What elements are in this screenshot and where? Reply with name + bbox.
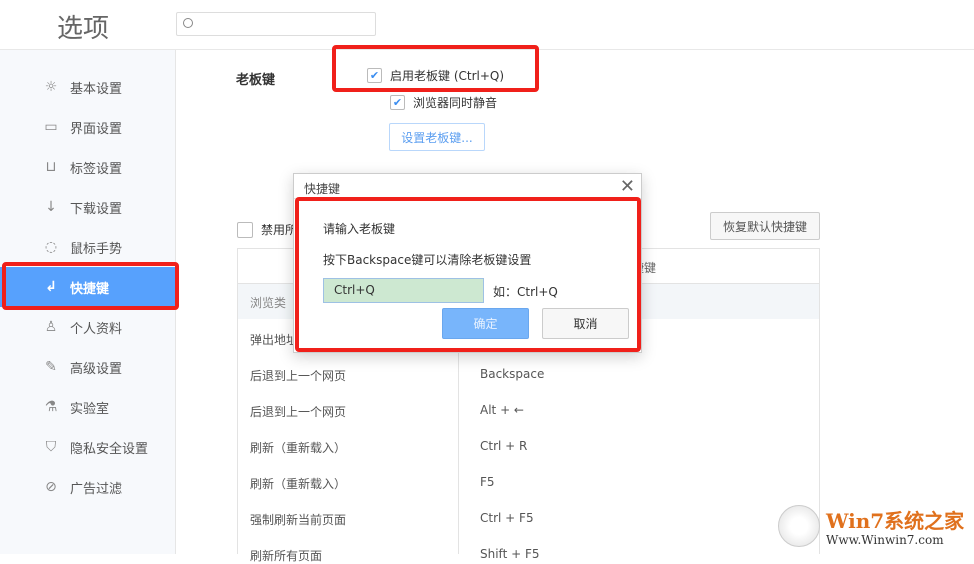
table-row-action: 强制刷新当前页面 [250, 513, 347, 527]
sidebar-item-label: 界面设置 [70, 121, 123, 137]
boss-key-label: 老板键 [236, 73, 276, 88]
highlight-box [2, 262, 179, 310]
table-row-shortcut[interactable]: Ctrl + R [480, 439, 527, 453]
category-label: 浏览类 [250, 296, 287, 310]
table-row-shortcut[interactable]: Backspace [480, 367, 544, 381]
sidebar-item-wrench[interactable]: ✎ 高级设置 [0, 347, 176, 387]
tab-icon: ⊔ [45, 159, 57, 175]
close-icon[interactable]: ✕ [620, 176, 635, 197]
sidebar-item-label: 实验室 [70, 401, 110, 417]
table-row-action: 刷新所有页面 [250, 549, 323, 563]
table-row-shortcut[interactable]: Ctrl + F5 [480, 511, 534, 525]
page-title: 选项 [57, 14, 110, 44]
sidebar-item-label: 高级设置 [70, 361, 123, 377]
block-icon: ⊘ [45, 479, 57, 495]
checkbox-checked-icon: ✔ [390, 95, 405, 110]
mute-browser-checkbox[interactable]: ✔ 浏览器同时静音 [390, 94, 497, 111]
table-row-action: 弹出地址 [250, 333, 299, 347]
sidebar-item-label: 个人资料 [70, 321, 123, 337]
mouse-icon: ◌ [44, 239, 58, 255]
sidebar-item-window[interactable]: ▭ 界面设置 [0, 107, 176, 147]
user-icon: ♙ [44, 319, 58, 335]
sidebar-item-user[interactable]: ♙ 个人资料 [0, 307, 176, 347]
table-row-action: 刷新（重新载入） [250, 441, 347, 455]
highlight-box [332, 45, 539, 92]
disable-all-checkbox[interactable]: 禁用所 [237, 221, 297, 238]
restore-default-shortcuts-button[interactable]: 恢复默认快捷键 [710, 212, 820, 240]
table-row-action: 后退到上一个网页 [250, 405, 347, 419]
table-row-shortcut[interactable]: Alt + ← [480, 403, 524, 417]
download-icon: ↓ [45, 199, 57, 215]
dialog-title: 快捷键 [304, 182, 341, 196]
sidebar-item-block[interactable]: ⊘ 广告过滤 [0, 467, 176, 507]
sidebar-item-label: 鼠标手势 [70, 241, 123, 257]
watermark-url: Www.Winwin7.com [826, 533, 944, 547]
sidebar-item-label: 隐私安全设置 [70, 441, 149, 457]
search-icon [183, 18, 193, 28]
sidebar-item-flask[interactable]: ⚗ 实验室 [0, 387, 176, 427]
sidebar-item-shield[interactable]: ⛉ 隐私安全设置 [0, 427, 176, 467]
sidebar-item-gear[interactable]: ☼ 基本设置 [0, 67, 176, 107]
mute-browser-label: 浏览器同时静音 [413, 96, 498, 110]
sidebar-item-label: 广告过滤 [70, 481, 123, 497]
checkbox-unchecked-icon [237, 221, 253, 238]
sidebar-item-mouse[interactable]: ◌ 鼠标手势 [0, 227, 176, 267]
table-row-shortcut[interactable]: Shift + F5 [480, 547, 540, 561]
sidebar-item-label: 标签设置 [70, 161, 123, 177]
wrench-icon: ✎ [45, 359, 57, 375]
shield-icon: ⛉ [45, 439, 57, 455]
windows-logo-icon [778, 505, 820, 547]
set-boss-key-button[interactable]: 设置老板键... [389, 123, 485, 151]
window-icon: ▭ [44, 119, 58, 135]
search-input[interactable] [176, 12, 376, 36]
sidebar-item-label: 基本设置 [70, 81, 123, 97]
sidebar-item-label: 下载设置 [70, 201, 123, 217]
table-row-action: 刷新（重新载入） [250, 477, 347, 491]
table-row-action: 后退到上一个网页 [250, 369, 347, 383]
sidebar-item-download[interactable]: ↓ 下载设置 [0, 187, 176, 227]
gear-icon: ☼ [44, 79, 58, 95]
sidebar-item-tab[interactable]: ⊔ 标签设置 [0, 147, 176, 187]
table-row-shortcut[interactable]: F5 [480, 475, 495, 489]
highlight-box [295, 197, 641, 352]
flask-icon: ⚗ [44, 399, 58, 415]
watermark-text: Win7系统之家 [826, 509, 965, 533]
disable-all-label: 禁用所 [261, 223, 298, 237]
